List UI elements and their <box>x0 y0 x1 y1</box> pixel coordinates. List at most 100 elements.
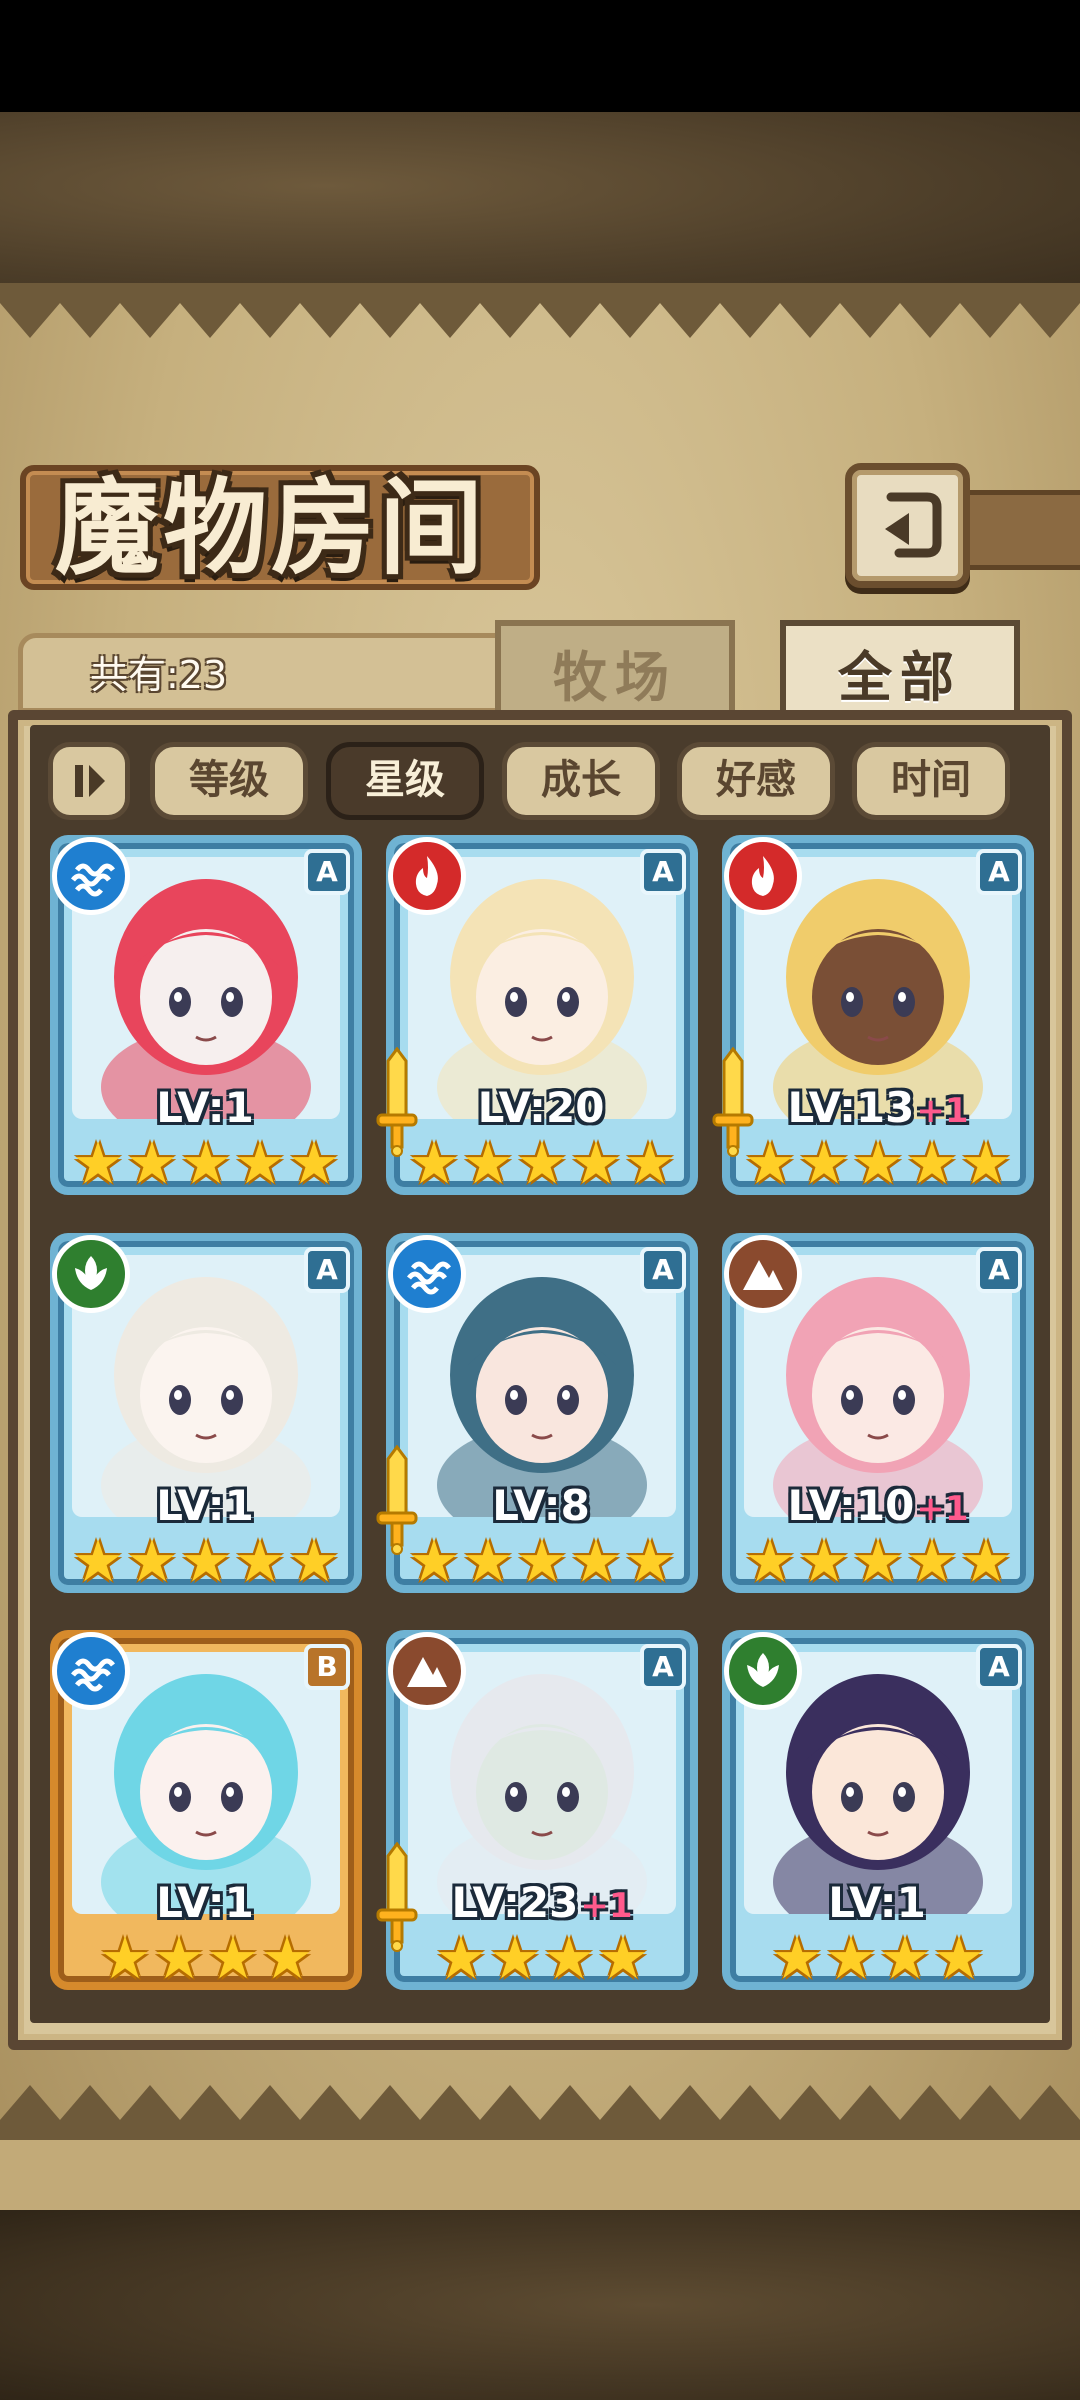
star-icon: ★ <box>624 1527 676 1595</box>
level-text: LV:20 <box>477 1083 605 1132</box>
star-icon: ★ <box>516 1129 568 1197</box>
level-bonus: +1 <box>916 1489 969 1529</box>
rarity-label: A <box>988 1650 1010 1683</box>
rarity-badge: A <box>976 849 1022 895</box>
tab-all[interactable]: 全部 <box>780 620 1020 718</box>
star-icon: ★ <box>960 1527 1012 1595</box>
element-water-icon <box>52 1632 130 1710</box>
monster-card[interactable]: A LV:10+1 ★ ★ ★ ★ ★ <box>722 1233 1034 1593</box>
star-icon: ★ <box>408 1129 460 1197</box>
rarity-badge: B <box>304 1644 350 1690</box>
star-rating: ★ ★ ★ ★ ★ <box>386 1133 698 1193</box>
return-arrow-icon <box>884 492 941 557</box>
star-icon: ★ <box>99 1924 151 1992</box>
star-icon: ★ <box>462 1527 514 1595</box>
rarity-badge: A <box>976 1644 1022 1690</box>
level-text: LV:1 <box>156 1083 254 1132</box>
star-icon: ★ <box>489 1924 541 1992</box>
rarity-label: A <box>652 1650 674 1683</box>
star-icon: ★ <box>153 1924 205 1992</box>
monster-card[interactable]: A LV:20 ★ ★ ★ ★ ★ <box>376 835 698 1195</box>
star-icon: ★ <box>852 1527 904 1595</box>
level-text: LV:23 <box>451 1878 579 1927</box>
star-icon: ★ <box>435 1924 487 1992</box>
monster-card[interactable]: A LV:1 ★ ★ ★ ★ ★ <box>50 835 362 1195</box>
rarity-label: A <box>652 1253 674 1286</box>
star-icon: ★ <box>906 1527 958 1595</box>
monster-card[interactable]: A LV:13+1 ★ ★ ★ ★ ★ <box>712 835 1034 1195</box>
level-text: LV:10 <box>787 1481 915 1530</box>
sort-order-toggle[interactable] <box>48 742 130 820</box>
star-icon: ★ <box>234 1527 286 1595</box>
star-icon: ★ <box>825 1924 877 1992</box>
star-rating: ★ ★ ★ ★ <box>50 1928 362 1988</box>
page-title: 魔物房间 <box>55 466 488 589</box>
star-icon: ★ <box>771 1924 823 1992</box>
star-rating: ★ ★ ★ ★ ★ <box>386 1531 698 1591</box>
monster-card[interactable]: A LV:1 ★ ★ ★ ★ ★ <box>50 1233 362 1593</box>
monster-card[interactable]: A LV:8 ★ ★ ★ ★ ★ <box>376 1233 698 1593</box>
star-icon: ★ <box>798 1527 850 1595</box>
rarity-badge: A <box>640 1247 686 1293</box>
rarity-label: A <box>988 1253 1010 1286</box>
star-icon: ★ <box>126 1129 178 1197</box>
rarity-label: A <box>652 855 674 888</box>
rarity-badge: A <box>640 849 686 895</box>
level-text: LV:13 <box>787 1083 915 1132</box>
star-icon: ★ <box>960 1129 1012 1197</box>
sort-button-time[interactable]: 时间 <box>852 742 1010 820</box>
element-earth-icon <box>388 1632 466 1710</box>
monster-card[interactable]: A LV:23+1 ★ ★ ★ ★ <box>376 1630 698 1990</box>
back-button[interactable] <box>845 463 970 588</box>
star-icon: ★ <box>180 1129 232 1197</box>
element-wood-icon <box>52 1235 130 1313</box>
rarity-badge: A <box>976 1247 1022 1293</box>
monster-count: 共有:23 <box>90 653 228 697</box>
star-icon: ★ <box>288 1129 340 1197</box>
monster-level: LV:1 <box>722 1878 1034 1931</box>
star-icon: ★ <box>180 1527 232 1595</box>
element-earth-icon <box>724 1235 802 1313</box>
star-icon: ★ <box>543 1924 595 1992</box>
star-icon: ★ <box>126 1527 178 1595</box>
star-icon: ★ <box>933 1924 985 1992</box>
sort-button-stars[interactable]: 星级 <box>326 742 484 820</box>
map-background-top <box>0 112 1080 297</box>
level-text: LV:1 <box>156 1481 254 1530</box>
tab-pasture[interactable]: 牧场 <box>495 620 735 718</box>
level-text: LV:1 <box>156 1878 254 1927</box>
star-icon: ★ <box>744 1527 796 1595</box>
star-icon: ★ <box>261 1924 313 1992</box>
monster-card[interactable]: A LV:1 ★ ★ ★ ★ <box>722 1630 1034 1990</box>
rarity-badge: A <box>304 1247 350 1293</box>
star-icon: ★ <box>798 1129 850 1197</box>
monster-level: LV:1 <box>50 1878 362 1931</box>
rarity-badge: A <box>640 1644 686 1690</box>
sort-order-icon <box>75 765 105 797</box>
level-bonus: +1 <box>916 1091 969 1131</box>
sort-button-growth[interactable]: 成长 <box>502 742 660 820</box>
star-rating: ★ ★ ★ ★ ★ <box>722 1133 1034 1193</box>
element-wood-icon <box>724 1632 802 1710</box>
level-text: LV:8 <box>492 1481 590 1530</box>
rarity-label: A <box>316 855 338 888</box>
star-icon: ★ <box>207 1924 259 1992</box>
zigzag-border-bottom <box>0 2085 1080 2140</box>
star-rating: ★ ★ ★ ★ ★ <box>722 1531 1034 1591</box>
star-icon: ★ <box>516 1527 568 1595</box>
star-rating: ★ ★ ★ ★ <box>386 1928 698 1988</box>
star-icon: ★ <box>744 1129 796 1197</box>
star-icon: ★ <box>879 1924 931 1992</box>
parchment-band-bottom <box>0 2140 1080 2220</box>
sort-button-affection[interactable]: 好感 <box>677 742 835 820</box>
element-water-icon <box>52 837 130 915</box>
star-icon: ★ <box>624 1129 676 1197</box>
element-fire-icon <box>388 837 466 915</box>
sort-button-level[interactable]: 等级 <box>150 742 308 820</box>
level-text: LV:1 <box>828 1878 926 1927</box>
star-icon: ★ <box>408 1527 460 1595</box>
zigzag-border-top <box>0 283 1080 338</box>
rarity-label: A <box>988 855 1010 888</box>
rarity-label: A <box>316 1253 338 1286</box>
monster-card[interactable]: B LV:1 ★ ★ ★ ★ <box>50 1630 362 1990</box>
